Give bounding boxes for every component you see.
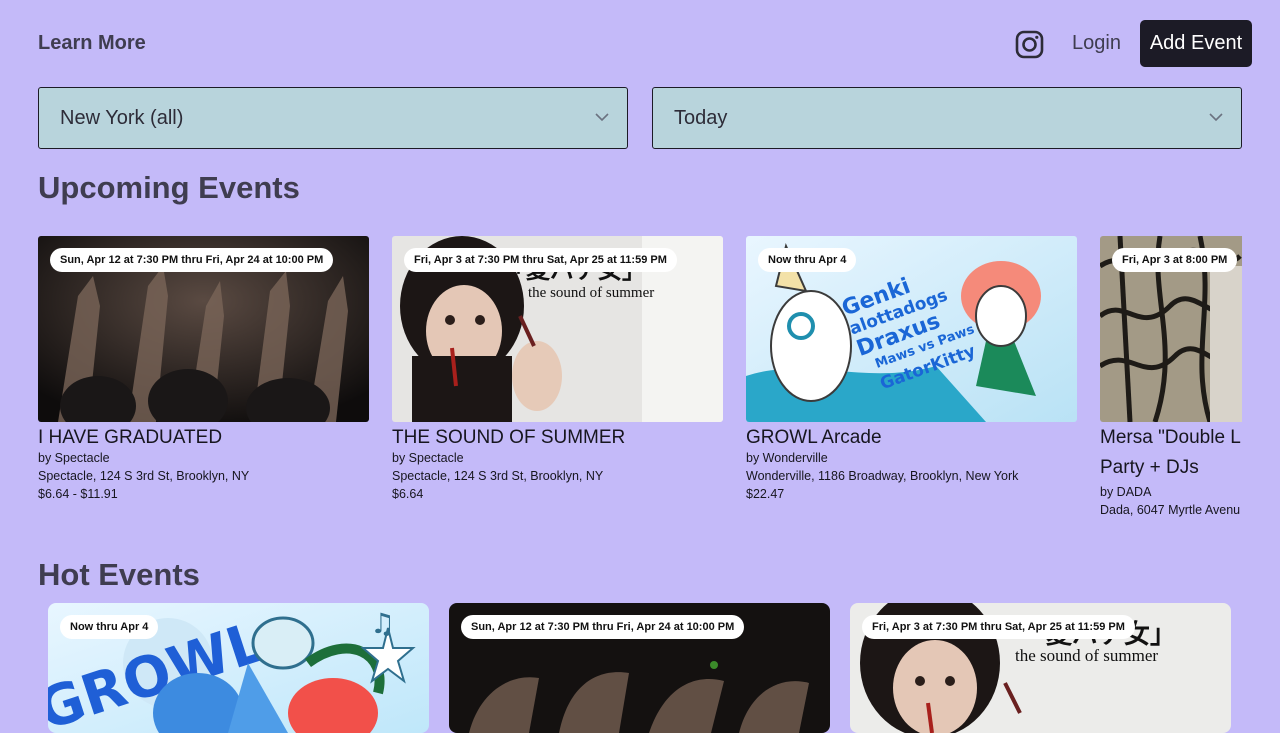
event-venue: Spectacle, 124 S 3rd St, Brooklyn, NY [38,469,250,483]
event-image: the sound of summer 「夏バテ女」 Fri, Apr 3 at… [392,236,723,422]
event-date-badge: Now thru Apr 4 [758,248,857,272]
upcoming-events-carousel[interactable]: Sun, Apr 12 at 7:30 PM thru Fri, Apr 24 … [0,220,1242,540]
site-header: Learn More Login Add Event [0,0,1280,87]
hot-event-card[interactable]: the sound of summer 「夏バテ女」 Fri, Apr 3 at… [850,603,1231,733]
event-organizer: by DADA [1100,485,1152,499]
event-venue: Spectacle, 124 S 3rd St, Brooklyn, NY [392,469,604,483]
event-organizer: by Spectacle [38,451,110,465]
event-date-badge: Fri, Apr 3 at 7:30 PM thru Sat, Apr 25 a… [404,248,677,272]
event-venue: Wonderville, 1186 Broadway, Brooklyn, Ne… [746,469,1019,483]
hot-events-heading: Hot Events [38,557,200,592]
hot-event-card[interactable]: GROWL ♫ Now thru Apr 4 [48,603,429,733]
event-organizer: by Spectacle [392,451,464,465]
hot-event-card[interactable]: Sun, Apr 12 at 7:30 PM thru Fri, Apr 24 … [449,603,830,733]
learn-more-link[interactable]: Learn More [38,32,146,55]
event-venue: Dada, 6047 Myrtle Avenu [1100,503,1241,517]
event-price: $22.47 [746,487,785,501]
event-date-badge: Now thru Apr 4 [60,615,159,639]
event-organizer: by Wonderville [746,451,828,465]
event-card[interactable]: Fri, Apr 3 at 8:00 PM Mersa "Double L Pa… [1100,236,1242,519]
chevron-down-icon [595,113,609,122]
event-card[interactable]: the sound of summer 「夏バテ女」 Fri, Apr 3 at… [392,236,723,503]
event-image: Fri, Apr 3 at 8:00 PM [1100,236,1242,422]
event-price: $6.64 [392,487,424,501]
add-event-button[interactable]: Add Event [1140,20,1252,67]
event-image: Sun, Apr 12 at 7:30 PM thru Fri, Apr 24 … [38,236,369,422]
location-select[interactable]: New York (all) [38,87,628,149]
event-date-badge: Fri, Apr 3 at 8:00 PM [1112,248,1238,272]
upcoming-events-heading: Upcoming Events [38,170,300,205]
event-price: $6.64 - $11.91 [38,487,118,501]
chevron-down-icon [1209,113,1223,122]
image-title-text: the sound of summer [528,285,654,301]
instagram-icon[interactable] [1015,30,1044,59]
event-title[interactable]: GROWL Arcade [746,427,1077,449]
event-title-line-2[interactable]: Party + DJs [1100,457,1242,479]
event-title[interactable]: THE SOUND OF SUMMER [392,427,723,449]
date-select[interactable]: Today [652,87,1242,149]
event-card[interactable]: Genki alottadogs Draxus Maws vs Paws Gat… [746,236,1077,503]
login-link[interactable]: Login [1072,32,1121,55]
event-title[interactable]: I HAVE GRADUATED [38,427,369,449]
date-select-value: Today [674,107,728,129]
event-image: Genki alottadogs Draxus Maws vs Paws Gat… [746,236,1077,422]
location-select-value: New York (all) [60,107,184,129]
event-date-badge: Fri, Apr 3 at 7:30 PM thru Sat, Apr 25 a… [862,615,1135,639]
event-date-badge: Sun, Apr 12 at 7:30 PM thru Fri, Apr 24 … [461,615,745,639]
event-card[interactable]: Sun, Apr 12 at 7:30 PM thru Fri, Apr 24 … [38,236,369,503]
event-date-badge: Sun, Apr 12 at 7:30 PM thru Fri, Apr 24 … [50,248,334,272]
music-note-icon: ♫ [370,607,395,640]
event-title[interactable]: Mersa "Double L [1100,427,1242,449]
